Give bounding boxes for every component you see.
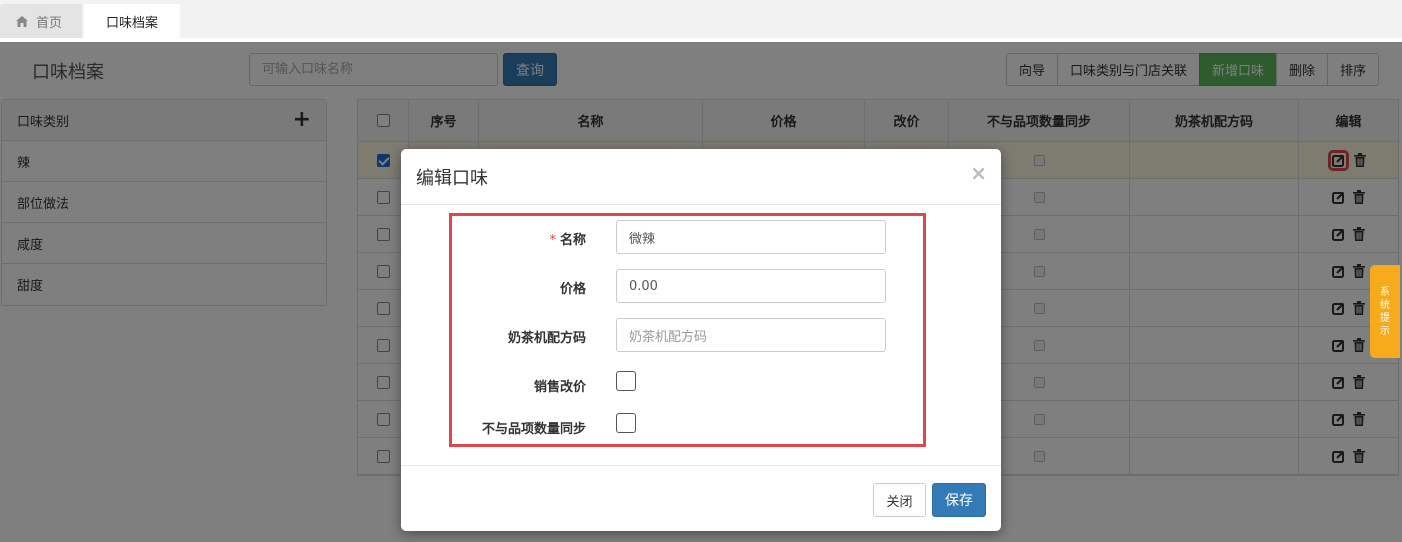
save-button[interactable]: 保存 — [932, 483, 986, 517]
modal-header: 编辑口味 × — [401, 149, 1001, 205]
code-label: 奶茶机配方码 — [507, 331, 586, 346]
modal-title: 编辑口味 — [416, 167, 488, 189]
tab-flavor-archive-label: 口味档案 — [105, 15, 158, 31]
modal-footer: 关闭 保存 — [401, 465, 1001, 531]
name-label: * 名称 — [549, 233, 586, 248]
nosync-label: 不与品项数量同步 — [481, 422, 586, 437]
close-button[interactable]: 关闭 — [873, 483, 926, 517]
nosync-checkbox[interactable] — [616, 413, 636, 433]
price-label: 价格 — [559, 282, 586, 297]
tab-flavor-archive[interactable]: 口味档案 — [84, 4, 180, 38]
home-icon — [16, 15, 28, 27]
edit-flavor-modal: 编辑口味 × * 名称 微辣 价格 0.00 奶茶机配方码 奶茶机配方码 销售改价… — [401, 149, 1001, 531]
tab-bar: 首页 口味档案 — [0, 0, 1402, 38]
system-tip-tab[interactable]: 系 统 提 示 — [1370, 265, 1400, 358]
sale-price-label: 销售改价 — [533, 380, 586, 395]
sale-price-checkbox[interactable] — [616, 371, 636, 391]
price-field[interactable]: 0.00 — [616, 269, 886, 303]
name-field[interactable]: 微辣 — [616, 220, 886, 254]
code-field[interactable]: 奶茶机配方码 — [616, 318, 886, 352]
required-mark: * — [549, 233, 556, 248]
tab-home[interactable]: 首页 — [0, 4, 82, 38]
tab-home-label: 首页 — [36, 15, 63, 31]
close-icon[interactable]: × — [970, 161, 987, 185]
